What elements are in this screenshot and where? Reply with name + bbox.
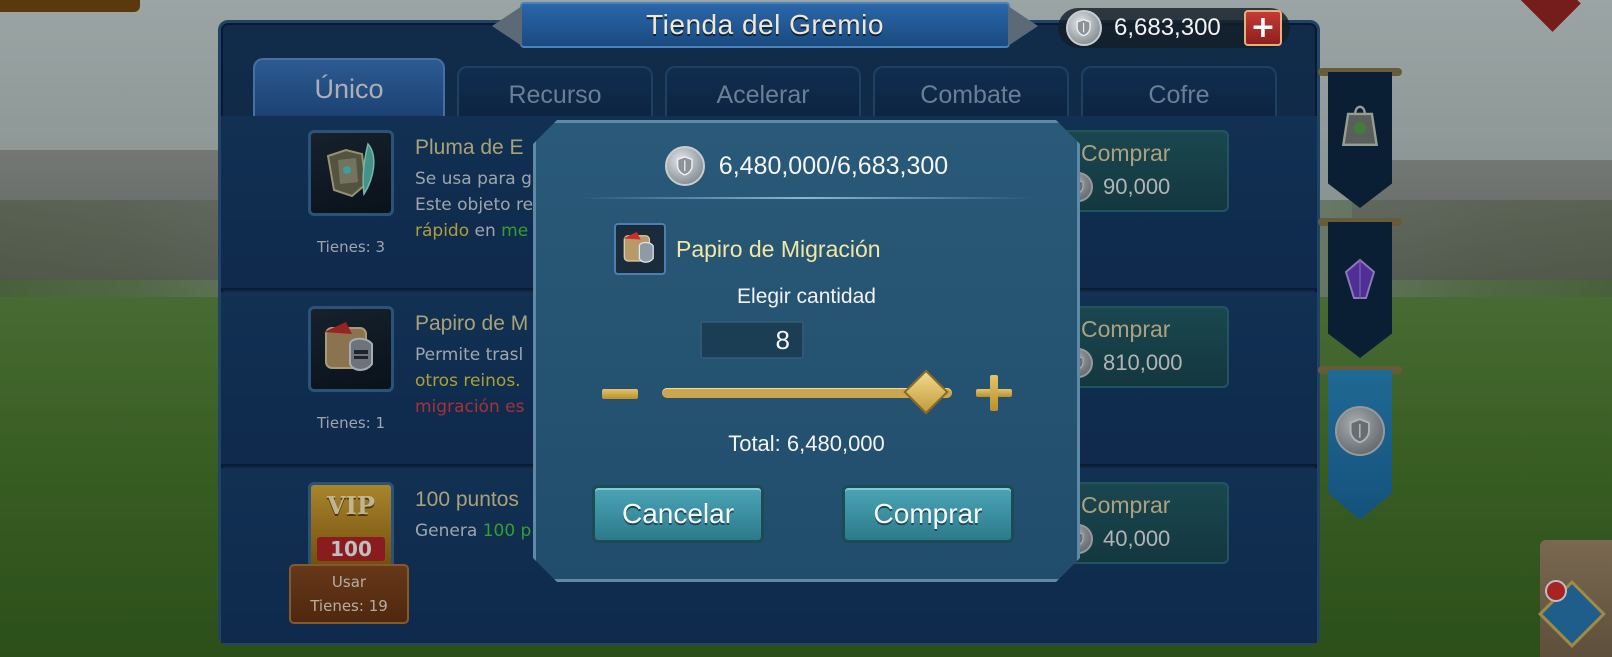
- decrease-quantity-button[interactable]: [602, 389, 638, 399]
- guild-coin-shield-icon: [665, 146, 705, 186]
- currency-display: 6,683,300 +: [1058, 8, 1290, 48]
- currency-amount: 6,683,300: [1114, 14, 1221, 41]
- increase-quantity-button[interactable]: [976, 375, 1012, 411]
- guild-coin-shield-icon: [1066, 10, 1102, 46]
- dialog-item-name: Papiro de Migración: [676, 235, 881, 262]
- slider-handle[interactable]: [903, 369, 948, 414]
- title-banner: Tienda del Gremio: [492, 2, 1038, 48]
- quantity-input[interactable]: 8: [700, 321, 804, 359]
- confirm-buy-button[interactable]: Comprar: [842, 485, 1014, 543]
- migration-scroll-icon: [614, 223, 666, 275]
- quantity-slider[interactable]: [662, 388, 952, 398]
- choose-quantity-label: Elegir cantidad: [737, 285, 876, 308]
- page-title: Tienda del Gremio: [646, 9, 884, 40]
- add-currency-button[interactable]: +: [1244, 10, 1282, 46]
- cancel-button[interactable]: Cancelar: [592, 485, 764, 543]
- dialog-balance: 6,480,000/6,683,300: [536, 143, 1077, 189]
- purchase-quantity-dialog: 6,480,000/6,683,300 Papiro de Migración …: [533, 120, 1080, 582]
- total-cost: Total: 6,480,000: [728, 431, 885, 456]
- dialog-item: Papiro de Migración: [614, 223, 881, 275]
- divider: [580, 197, 1033, 199]
- balance-text: 6,480,000/6,683,300: [718, 151, 949, 180]
- plus-icon: +: [1250, 10, 1276, 45]
